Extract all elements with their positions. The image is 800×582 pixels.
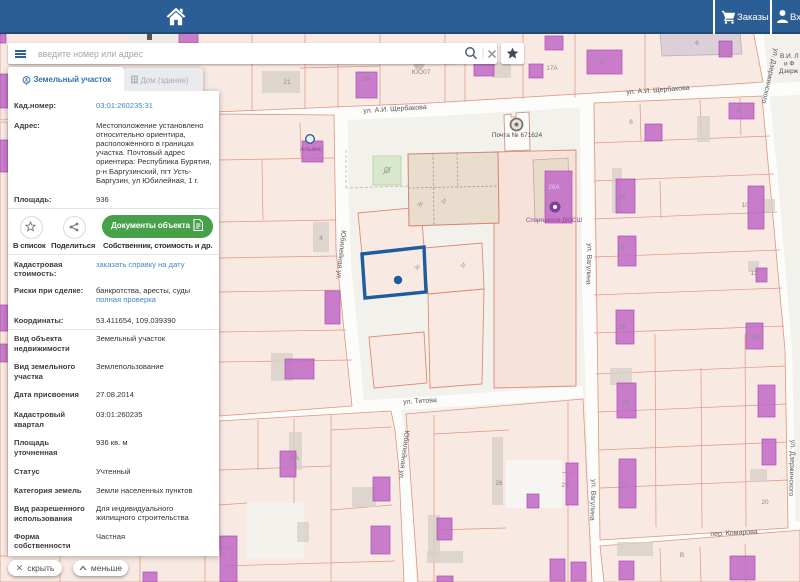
svg-text:ЮО07: ЮО07 xyxy=(412,69,431,76)
svg-text:26А: 26А xyxy=(548,184,560,191)
svg-text:20: 20 xyxy=(761,499,769,506)
svg-text:6: 6 xyxy=(695,40,699,47)
svg-text:В: В xyxy=(680,552,684,559)
svg-text:Спортшкола ДЮСШ: Спортшкола ДЮСШ xyxy=(526,218,582,224)
svg-text:26: 26 xyxy=(495,480,503,487)
svg-text:Альянс: Альянс xyxy=(300,146,323,153)
svg-text:12: 12 xyxy=(750,270,758,277)
svg-text:Дзерж: Дзерж xyxy=(779,68,799,75)
svg-text:6: 6 xyxy=(629,119,633,126)
svg-text:4: 4 xyxy=(319,235,323,242)
svg-text:и Ф: и Ф xyxy=(784,61,794,68)
svg-text:8: 8 xyxy=(737,107,741,114)
svg-text:19: 19 xyxy=(362,76,370,83)
svg-text:27: 27 xyxy=(621,482,629,489)
svg-text:21: 21 xyxy=(283,79,291,86)
svg-text:Почта № 671624: Почта № 671624 xyxy=(492,132,543,139)
svg-text:25: 25 xyxy=(618,324,626,331)
svg-text:23: 23 xyxy=(617,245,625,252)
svg-text:25: 25 xyxy=(618,194,626,201)
svg-text:29: 29 xyxy=(622,399,630,406)
svg-text:14: 14 xyxy=(752,334,760,341)
svg-text:10: 10 xyxy=(741,202,749,209)
svg-text:ул. Вагулина: ул. Вагулина xyxy=(584,243,592,285)
svg-text:8А: 8А xyxy=(291,455,300,462)
svg-text:ул. Вагулина: ул. Вагулина xyxy=(588,479,596,521)
svg-text:17: 17 xyxy=(599,59,607,66)
svg-text:28: 28 xyxy=(561,482,569,489)
svg-text:17А: 17А xyxy=(546,65,558,72)
svg-text:В.И. Л: В.И. Л xyxy=(780,53,799,60)
